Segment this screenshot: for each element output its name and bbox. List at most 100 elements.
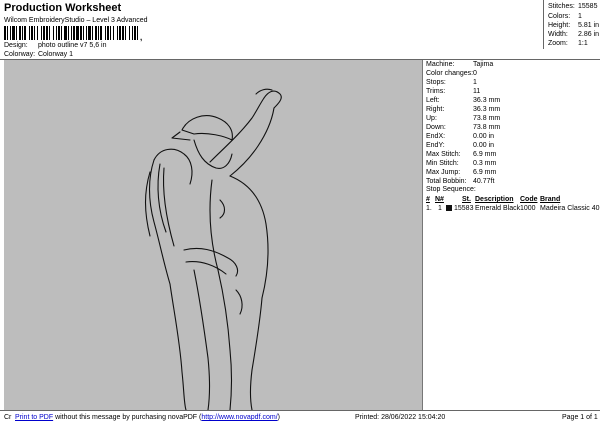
stat-zoom: Zoom: 1:1 <box>548 39 600 49</box>
property-label: Color changes: <box>426 70 474 77</box>
property-row: Machine: Tajima <box>426 60 600 69</box>
barcode-bar <box>16 26 17 40</box>
property-value: 11 <box>473 88 481 95</box>
barcode-bar <box>4 26 6 40</box>
promo-close: ) <box>277 414 280 421</box>
column-header-needle: N# <box>435 196 444 203</box>
print-to-pdf-link[interactable]: Print to PDF <box>15 414 53 421</box>
column-header-num: # <box>426 196 430 203</box>
stat-label: Width: <box>548 31 568 38</box>
property-label: Max Jump: <box>426 169 461 176</box>
barcode-bar <box>83 26 84 40</box>
footer-cut-text: Cr <box>4 414 12 421</box>
stat-value: 5.81 in <box>578 22 600 29</box>
barcode-bar <box>7 26 8 40</box>
barcode-bar <box>29 26 30 40</box>
property-label: Min Stitch: <box>426 160 459 167</box>
barcode-bar <box>92 26 93 40</box>
property-label: Max Stitch: <box>426 151 461 158</box>
barcode-bar <box>24 26 26 40</box>
property-row: Max Stitch: 6.9 mm <box>426 150 600 159</box>
barcode-bar <box>61 26 62 40</box>
barcode-bar <box>49 26 50 40</box>
design-value: photo outline v7 5,6 in <box>38 42 107 49</box>
stat-label: Colors: <box>548 13 571 20</box>
barcode-bar <box>100 26 102 40</box>
barcode-bar <box>117 26 118 40</box>
column-header-code: Code <box>520 196 538 203</box>
stat-label: Stitches: <box>548 3 575 10</box>
stop-sequence-title: Stop Sequence: <box>426 186 476 193</box>
stat-label: Height: <box>548 22 571 29</box>
barcode-bar <box>137 26 138 40</box>
stat-stitches: Stitches: 15585 <box>548 2 600 12</box>
table-cell-needle: 1 <box>438 205 442 212</box>
barcode-bar <box>34 26 35 40</box>
property-row: Down: 73.8 mm <box>426 123 600 132</box>
property-row: EndX: 0.00 in <box>426 132 600 141</box>
property-label: EndY: <box>426 142 445 149</box>
promo-text: without this message by purchasing novaP… <box>53 414 202 421</box>
property-row: Up: 73.8 mm <box>426 114 600 123</box>
table-cell-stitches: 15583 <box>454 205 474 212</box>
barcode-bar <box>53 26 54 40</box>
barcode-bar <box>64 26 67 40</box>
property-row: Left: 36.3 mm <box>426 96 600 105</box>
barcode-bar <box>76 26 79 40</box>
stat-value: 1 <box>578 13 582 20</box>
property-label: Down: <box>426 124 446 131</box>
property-value: 0.00 in <box>473 142 495 149</box>
property-value: 6.9 mm <box>473 151 497 158</box>
property-row: Max Jump: 6.9 mm <box>426 168 600 177</box>
property-row: Trims: 11 <box>426 87 600 96</box>
barcode-bar <box>10 26 11 40</box>
barcode-bar <box>71 26 72 40</box>
barcode-bar <box>86 26 87 40</box>
barcode-bar <box>58 26 60 40</box>
stat-value: 1:1 <box>578 40 588 47</box>
table-cell-code: 1000 <box>520 205 536 212</box>
property-row: Right: 36.3 mm <box>426 105 600 114</box>
property-label: Left: <box>426 97 440 104</box>
barcode-bar <box>19 26 21 40</box>
colorway-value: Colorway 1 <box>38 51 74 58</box>
barcode-bar <box>46 26 48 40</box>
barcode <box>4 26 138 40</box>
table-cell-brand: Madeira Classic 40 <box>540 205 600 212</box>
property-row: Min Stitch: 0.3 mm <box>426 159 600 168</box>
thread-color-swatch <box>446 205 452 211</box>
barcode-bar <box>31 26 33 40</box>
design-label: Design: <box>4 42 28 49</box>
property-value: 40.77ft <box>473 178 495 185</box>
software-name: Wilcom EmbroideryStudio – Level 3 Advanc… <box>4 17 148 24</box>
property-label: EndX: <box>426 133 446 140</box>
property-row: Color changes: 0 <box>426 69 600 78</box>
barcode-bar <box>107 26 109 40</box>
property-label: Trims: <box>426 88 446 95</box>
property-value: 36.3 mm <box>473 97 501 104</box>
colorway-label: Colorway: <box>4 51 36 58</box>
design-preview <box>4 60 423 410</box>
property-label: Right: <box>426 106 445 113</box>
property-value: 0.3 mm <box>473 160 497 167</box>
barcode-bar <box>98 26 99 40</box>
stat-value: 15585 <box>578 3 598 10</box>
printed-timestamp: Printed: 28/06/2022 15:04:20 <box>355 414 446 421</box>
barcode-bar <box>37 26 38 40</box>
property-label: Machine: <box>426 61 455 68</box>
property-label: Stops: <box>426 79 446 86</box>
property-value: 0.00 in <box>473 133 495 140</box>
property-value: 73.8 mm <box>473 115 501 122</box>
embroidery-outline-drawing <box>145 88 282 410</box>
stat-value: 2.86 in <box>578 31 600 38</box>
column-header-description: Description <box>475 196 514 203</box>
barcode-bar <box>68 26 69 40</box>
barcode-bar <box>80 26 82 40</box>
barcode-bar <box>129 26 130 40</box>
barcode-bar <box>88 26 91 40</box>
barcode-bar <box>43 26 45 40</box>
property-value: 0 <box>473 70 477 77</box>
barcode-bar <box>125 26 126 40</box>
table-cell-num: 1. <box>426 205 432 212</box>
novapdf-url-link[interactable]: http://www.novapdf.com/ <box>201 414 277 421</box>
